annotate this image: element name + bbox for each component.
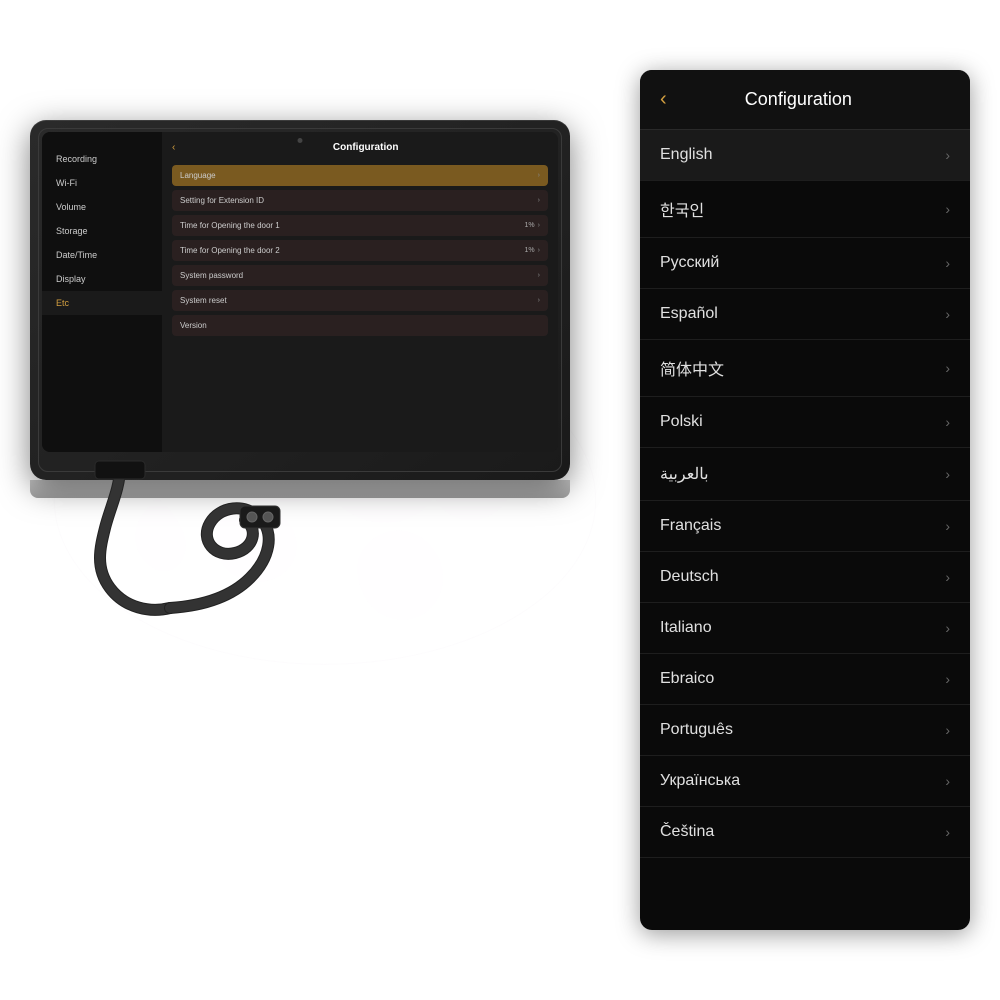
- language-item-0[interactable]: English ›: [640, 130, 970, 181]
- screen-main: ‹ Configuration Language › Setting for E…: [162, 132, 558, 452]
- reset-arrow: ›: [538, 297, 540, 304]
- door1-label: Time for Opening the door 1: [180, 221, 280, 230]
- screen-menu-password[interactable]: System password ›: [172, 265, 548, 286]
- screen-sidebar: Recording Wi-Fi Volume Storage Date/Time…: [42, 132, 162, 452]
- language-text-1: 한국인: [660, 197, 704, 221]
- screen-menu-extension[interactable]: Setting for Extension ID ›: [172, 190, 548, 211]
- language-item-1[interactable]: 한국인 ›: [640, 181, 970, 238]
- language-item-5[interactable]: Polski ›: [640, 397, 970, 448]
- language-item-2[interactable]: Русский ›: [640, 238, 970, 289]
- language-text-13: Čeština: [660, 823, 714, 841]
- language-item-10[interactable]: Ebraico ›: [640, 654, 970, 705]
- door2-label: Time for Opening the door 2: [180, 246, 280, 255]
- sidebar-datetime[interactable]: Date/Time: [42, 243, 162, 267]
- screen-menu-door1[interactable]: Time for Opening the door 1 1% ›: [172, 215, 548, 236]
- chevron-icon-13: ›: [945, 824, 950, 840]
- chevron-icon-5: ›: [945, 414, 950, 430]
- language-arrow: ›: [538, 172, 540, 179]
- chevron-icon-8: ›: [945, 569, 950, 585]
- chevron-icon-10: ›: [945, 671, 950, 687]
- chevron-icon-4: ›: [945, 360, 950, 376]
- extension-label: Setting for Extension ID: [180, 196, 264, 205]
- language-text-5: Polski: [660, 413, 703, 431]
- language-text-6: بالعربية: [660, 464, 709, 484]
- sidebar-wifi[interactable]: Wi-Fi: [42, 171, 162, 195]
- phone-header: ‹ Configuration: [640, 70, 970, 130]
- language-item-4[interactable]: 简体中文 ›: [640, 340, 970, 397]
- door1-arrow: ›: [538, 222, 540, 229]
- sidebar-storage[interactable]: Storage: [42, 219, 162, 243]
- chevron-icon-11: ›: [945, 722, 950, 738]
- camera-dot: [298, 138, 303, 143]
- sidebar-volume[interactable]: Volume: [42, 195, 162, 219]
- language-text-3: Español: [660, 305, 718, 323]
- chevron-icon-12: ›: [945, 773, 950, 789]
- language-item-12[interactable]: Українська ›: [640, 756, 970, 807]
- screen-menu-version[interactable]: Version: [172, 315, 548, 336]
- monitor-frame: Recording Wi-Fi Volume Storage Date/Time…: [30, 120, 570, 480]
- device-container: Recording Wi-Fi Volume Storage Date/Time…: [30, 120, 590, 498]
- screen-back-icon[interactable]: ‹: [172, 142, 175, 153]
- phone-panel: ‹ Configuration English›한국인›Русский›Espa…: [640, 70, 970, 930]
- password-arrow: ›: [538, 272, 540, 279]
- screen-menu-reset[interactable]: System reset ›: [172, 290, 548, 311]
- language-item-7[interactable]: Français ›: [640, 501, 970, 552]
- screen-config-title: Configuration: [183, 142, 548, 153]
- password-label: System password: [180, 271, 243, 280]
- language-text-4: 简体中文: [660, 356, 724, 380]
- chevron-icon-3: ›: [945, 306, 950, 322]
- door1-value: 1%: [525, 222, 535, 229]
- device-screen: Recording Wi-Fi Volume Storage Date/Time…: [42, 132, 558, 452]
- sidebar-recording[interactable]: Recording: [42, 147, 162, 171]
- sidebar-display[interactable]: Display: [42, 267, 162, 291]
- language-item-3[interactable]: Español ›: [640, 289, 970, 340]
- language-list: English › 한국인 › Русский › Español › 简体中文 › Polski ›…: [640, 130, 970, 928]
- cable-container: [90, 458, 340, 618]
- extension-arrow: ›: [538, 197, 540, 204]
- chevron-icon-6: ›: [945, 466, 950, 482]
- language-text-10: Ebraico: [660, 670, 714, 688]
- language-item-13[interactable]: Čeština ›: [640, 807, 970, 858]
- language-text-12: Українська: [660, 772, 740, 790]
- language-text-2: Русский: [660, 254, 719, 272]
- screen-menu-door2[interactable]: Time for Opening the door 2 1% ›: [172, 240, 548, 261]
- language-item-8[interactable]: Deutsch ›: [640, 552, 970, 603]
- door2-value: 1%: [525, 247, 535, 254]
- phone-config-title: Configuration: [682, 89, 915, 110]
- chevron-icon-2: ›: [945, 255, 950, 271]
- language-text-11: Português: [660, 721, 733, 739]
- chevron-icon-0: ›: [945, 147, 950, 163]
- sidebar-etc[interactable]: Etc: [42, 291, 162, 315]
- chevron-icon-9: ›: [945, 620, 950, 636]
- screen-menu-language[interactable]: Language ›: [172, 165, 548, 186]
- door2-arrow: ›: [538, 247, 540, 254]
- language-text-8: Deutsch: [660, 568, 719, 586]
- screen-header: ‹ Configuration: [172, 142, 548, 153]
- language-item-6[interactable]: بالعربية ›: [640, 448, 970, 501]
- language-label: Language: [180, 171, 216, 180]
- phone-back-icon[interactable]: ‹: [660, 88, 667, 111]
- language-item-11[interactable]: Português ›: [640, 705, 970, 756]
- language-text-7: Français: [660, 517, 721, 535]
- version-label: Version: [180, 321, 207, 330]
- reset-label: System reset: [180, 296, 227, 305]
- language-item-9[interactable]: Italiano ›: [640, 603, 970, 654]
- chevron-icon-1: ›: [945, 201, 950, 217]
- language-text-0: English: [660, 146, 712, 164]
- chevron-icon-7: ›: [945, 518, 950, 534]
- language-text-9: Italiano: [660, 619, 712, 637]
